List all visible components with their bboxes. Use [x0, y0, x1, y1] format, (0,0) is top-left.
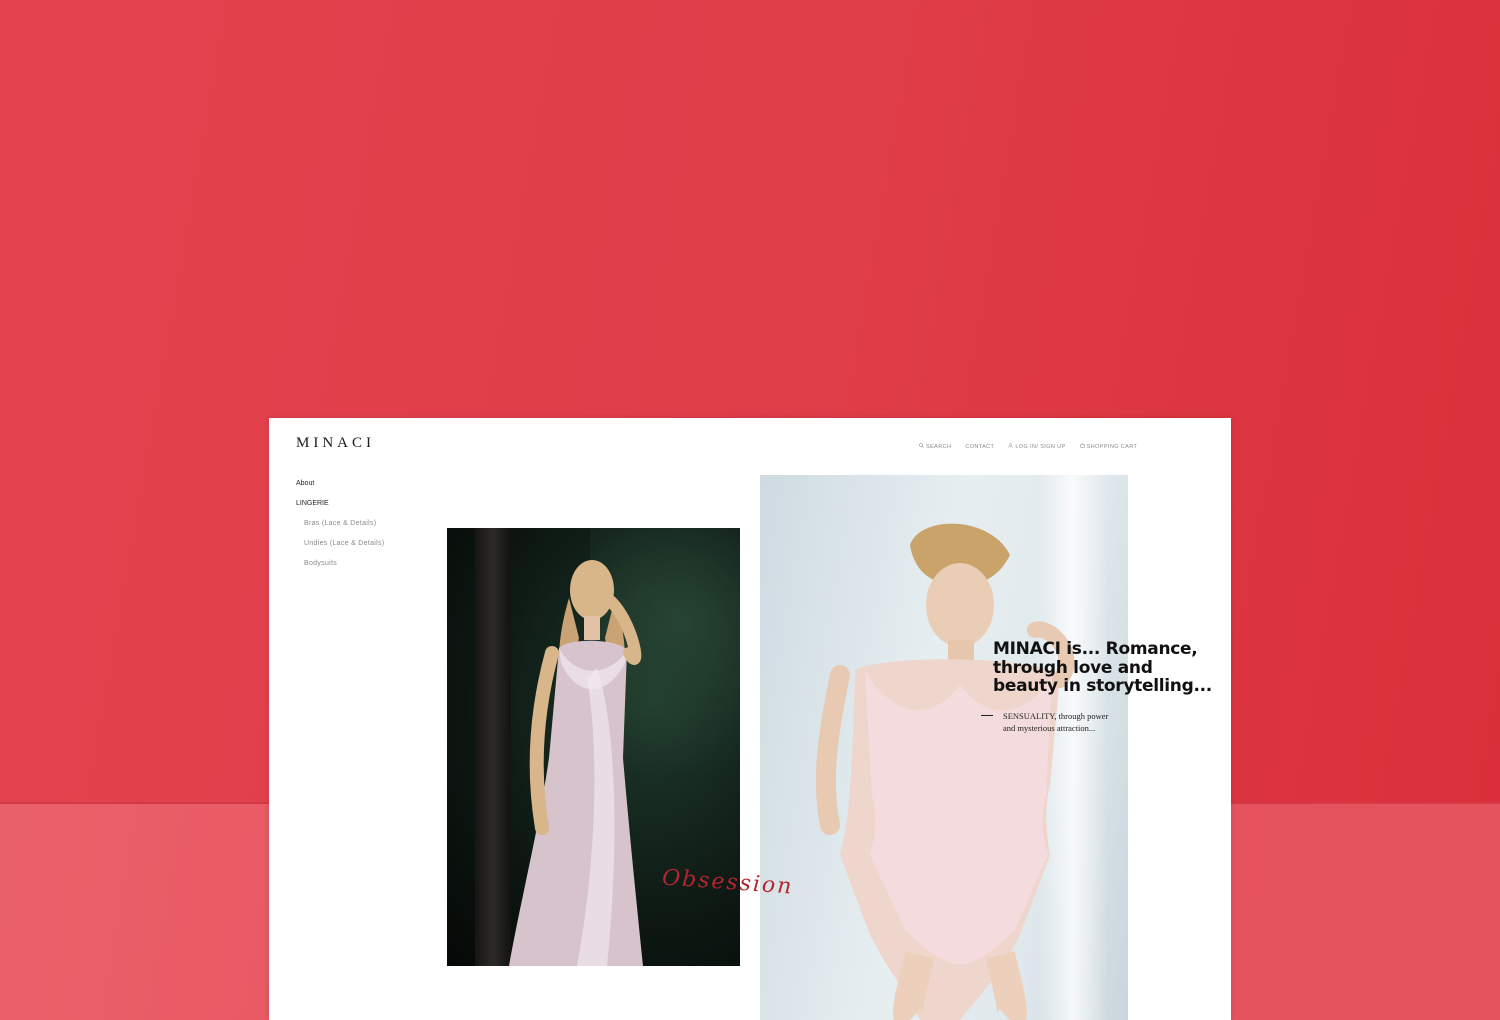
tagline-line: MINACI is... Romance, [993, 639, 1198, 659]
sidebar-item-undies[interactable]: Undies (Lace & Details) [296, 538, 384, 558]
hero-tagline: MINACI is... Romance, through love and b… [993, 640, 1229, 696]
search-icon [919, 443, 924, 450]
hero-subtagline: SENSUALITY, through power and mysterious… [1003, 710, 1143, 734]
cart-icon [1080, 443, 1085, 450]
model-photo-bodysuit[interactable] [760, 475, 1128, 1020]
nav-login-label: LOG IN/ SIGN UP [1015, 443, 1066, 450]
brand-logo[interactable]: MINACI [296, 435, 375, 452]
top-navigation: SEARCH CONTACT LOG IN/ SIGN UP SHOPPING … [919, 443, 1137, 450]
nav-cart[interactable]: SHOPPING CART [1080, 443, 1138, 450]
sidebar-item-bodysuits[interactable]: Bodysuits [296, 558, 384, 578]
nav-search[interactable]: SEARCH [919, 443, 951, 450]
website-mockup: MINACI SEARCH CONTACT LOG IN/ SIGN UP SH… [269, 418, 1231, 1020]
model-photo-slip-dress[interactable] [447, 528, 740, 966]
nav-search-label: SEARCH [926, 443, 952, 450]
subtag-line: and mysterious attraction... [1003, 723, 1096, 733]
nav-contact[interactable]: CONTACT [965, 443, 994, 450]
nav-login[interactable]: LOG IN/ SIGN UP [1008, 443, 1065, 450]
user-icon [1008, 443, 1014, 450]
nav-contact-label: CONTACT [965, 443, 995, 450]
subtag-line: SENSUALITY, through power [1003, 711, 1109, 721]
sidebar-item-lingerie[interactable]: LINGERIE [296, 498, 384, 518]
model-figure-silhouette [815, 523, 1075, 1020]
sidebar-item-bras[interactable]: Bras (Lace & Details) [296, 518, 384, 538]
model-figure-silhouette [509, 560, 643, 966]
tagline-line: through love and [993, 657, 1153, 678]
sidebar-item-about[interactable]: About [296, 478, 384, 498]
tagline-dash [981, 715, 993, 716]
category-sidebar: About LINGERIE Bras (Lace & Details) Und… [296, 478, 384, 578]
nav-cart-label: SHOPPING CART [1086, 443, 1138, 450]
tagline-line: beauty in storytelling... [993, 676, 1212, 696]
